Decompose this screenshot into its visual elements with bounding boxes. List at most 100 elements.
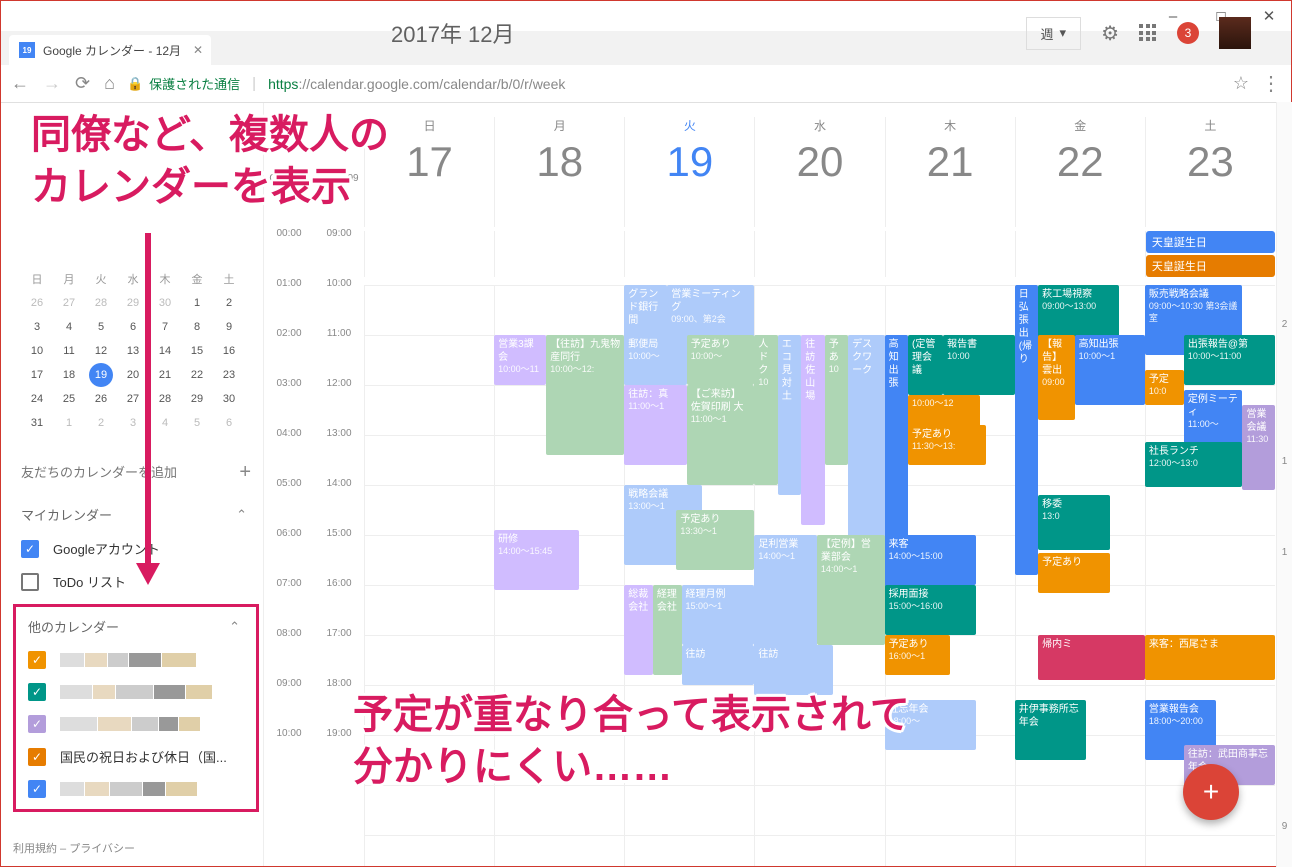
- mini-calendar[interactable]: 日月火水木金土262728293012345678910111213141516…: [9, 267, 263, 435]
- notification-badge[interactable]: 3: [1177, 22, 1199, 44]
- secure-indicator[interactable]: 🔒 保護された通信: [127, 74, 240, 93]
- calendar-event[interactable]: 往訪: [682, 645, 755, 685]
- calendar-event[interactable]: 【往訪】九鬼物産同行10:00～12:: [546, 335, 624, 455]
- mini-cal-day[interactable]: 12: [85, 339, 117, 363]
- calendar-event[interactable]: 来客：西尾さま: [1145, 635, 1275, 680]
- calendar-item[interactable]: ✓: [16, 773, 256, 805]
- calendar-event[interactable]: 総裁会社: [624, 585, 653, 675]
- mini-cal-day[interactable]: 14: [149, 339, 181, 363]
- mini-cal-day[interactable]: 9: [213, 315, 245, 339]
- bookmark-star-icon[interactable]: ☆: [1233, 73, 1249, 94]
- calendar-event[interactable]: 郵便局10:00～: [624, 335, 686, 385]
- mini-cal-day[interactable]: 26: [21, 291, 53, 315]
- calendar-event[interactable]: 予あ10: [825, 335, 848, 465]
- mini-cal-day[interactable]: 18: [53, 363, 85, 387]
- calendar-event[interactable]: 帰内ミ: [1038, 635, 1145, 680]
- mini-cal-day[interactable]: 15: [181, 339, 213, 363]
- calendar-event[interactable]: 定例ミーティ11:00～: [1184, 390, 1243, 450]
- calendar-event[interactable]: 移委13:0: [1038, 495, 1110, 550]
- calendar-event[interactable]: 日弘張出(帰り: [1015, 285, 1038, 575]
- mini-cal-day[interactable]: 7: [149, 315, 181, 339]
- calendar-event[interactable]: 予定あり10:00～: [687, 335, 755, 385]
- add-calendar-input[interactable]: [21, 459, 201, 486]
- mini-cal-day[interactable]: 22: [181, 363, 213, 387]
- avatar[interactable]: [1219, 17, 1251, 49]
- calendar-event[interactable]: 往訪: [754, 645, 832, 695]
- mini-cal-day[interactable]: 8: [181, 315, 213, 339]
- calendar-event[interactable]: 予定あり13:30～1: [676, 510, 754, 570]
- mini-cal-day[interactable]: 27: [53, 291, 85, 315]
- mini-cal-day[interactable]: 28: [149, 387, 181, 411]
- day-header[interactable]: 水20: [754, 117, 884, 227]
- calendar-event[interactable]: 経理会社: [653, 585, 682, 675]
- day-header[interactable]: 月18: [494, 117, 624, 227]
- mini-cal-day[interactable]: 26: [85, 387, 117, 411]
- calendar-event[interactable]: エコ見対土: [778, 335, 801, 495]
- calendar-event[interactable]: 高知出張10:00～1: [1075, 335, 1145, 405]
- calendar-item[interactable]: ✓: [16, 644, 256, 676]
- calendar-event[interactable]: (定管理会議: [908, 335, 943, 395]
- gear-icon[interactable]: ⚙: [1101, 21, 1119, 46]
- calendar-item[interactable]: ✓Googleアカウント: [9, 532, 263, 565]
- other-calendars-header[interactable]: 他のカレンダー⌃: [16, 611, 256, 644]
- view-selector[interactable]: 週▾: [1026, 17, 1082, 50]
- reload-icon[interactable]: ⟳: [75, 73, 90, 94]
- calendar-event[interactable]: 報告書10:00: [943, 335, 1015, 395]
- mini-cal-day[interactable]: 6: [213, 411, 245, 435]
- day-header[interactable]: 木21: [885, 117, 1015, 227]
- calendar-event[interactable]: 出張報告@第10:00～11:00: [1184, 335, 1275, 385]
- mini-cal-day[interactable]: 30: [149, 291, 181, 315]
- mini-cal-day[interactable]: 19: [85, 363, 117, 387]
- allday-event[interactable]: 天皇誕生日: [1146, 255, 1275, 277]
- calendar-event[interactable]: 【報告】雲出09:00: [1038, 335, 1074, 420]
- mini-cal-day[interactable]: 4: [53, 315, 85, 339]
- calendar-event[interactable]: 経理月例15:00～1: [682, 585, 755, 645]
- calendar-event[interactable]: 【ご来訪】佐賀印刷 大11:00～1: [687, 385, 755, 485]
- calendar-item[interactable]: ✓: [16, 676, 256, 708]
- mini-cal-day[interactable]: 1: [53, 411, 85, 435]
- add-icon[interactable]: +: [239, 461, 251, 484]
- forward-icon[interactable]: →: [43, 73, 61, 94]
- day-header[interactable]: 日17: [364, 117, 494, 227]
- calendar-event[interactable]: 営業会議11:30: [1242, 405, 1275, 490]
- calendar-item[interactable]: ✓国民の祝日および休日（国...: [16, 740, 256, 773]
- create-event-fab[interactable]: +: [1183, 764, 1239, 820]
- calendar-event[interactable]: 人ドク10: [754, 335, 777, 485]
- my-calendars-header[interactable]: マイカレンダー⌃: [9, 487, 263, 532]
- calendar-event[interactable]: 往訪：真11:00～1: [624, 385, 686, 465]
- mini-cal-day[interactable]: 1: [181, 291, 213, 315]
- footer-links[interactable]: 利用規約 – プライバシー: [13, 840, 135, 856]
- mini-cal-day[interactable]: 23: [213, 363, 245, 387]
- mini-cal-day[interactable]: 31: [21, 411, 53, 435]
- day-header[interactable]: 金22: [1015, 117, 1145, 227]
- mini-cal-day[interactable]: 4: [149, 411, 181, 435]
- mini-cal-day[interactable]: 2: [85, 411, 117, 435]
- allday-event[interactable]: 天皇誕生日: [1146, 231, 1275, 253]
- calendar-event[interactable]: 予定あり: [1038, 553, 1110, 593]
- mini-cal-day[interactable]: 29: [181, 387, 213, 411]
- mini-cal-day[interactable]: 17: [21, 363, 53, 387]
- calendar-event[interactable]: 井伊事務所忘年会: [1015, 700, 1087, 760]
- home-icon[interactable]: ⌂: [104, 73, 115, 94]
- day-header[interactable]: 火19: [624, 117, 754, 227]
- calendar-event[interactable]: 研修14:00～15:45: [494, 530, 579, 590]
- calendar-event[interactable]: 【定例】営業部会14:00～1: [817, 535, 885, 645]
- calendar-event[interactable]: 来客14:00～15:00: [885, 535, 976, 585]
- mini-cal-day[interactable]: 10: [21, 339, 53, 363]
- calendar-event[interactable]: 社長ランチ12:00～13:0: [1145, 442, 1243, 487]
- day-header[interactable]: 土23: [1145, 117, 1275, 227]
- calendar-event[interactable]: 採用面接15:00～16:00: [885, 585, 976, 635]
- mini-cal-day[interactable]: 24: [21, 387, 53, 411]
- browser-menu-icon[interactable]: ⋮: [1261, 71, 1281, 96]
- calendar-event[interactable]: デスクワーク: [848, 335, 884, 565]
- mini-cal-day[interactable]: 16: [213, 339, 245, 363]
- calendar-event[interactable]: 営業3課会10:00～11: [494, 335, 546, 385]
- mini-cal-day[interactable]: 5: [85, 315, 117, 339]
- calendar-item[interactable]: ✓: [16, 708, 256, 740]
- back-icon[interactable]: ←: [11, 73, 29, 94]
- mini-cal-day[interactable]: 25: [53, 387, 85, 411]
- calendar-event[interactable]: 予定あり16:00～1: [885, 635, 950, 675]
- events-area[interactable]: グランド銀行間営業ミーティング09:00、第2会営業3課会10:00～11【往訪…: [364, 285, 1275, 866]
- mini-cal-day[interactable]: 28: [85, 291, 117, 315]
- mini-cal-day[interactable]: 5: [181, 411, 213, 435]
